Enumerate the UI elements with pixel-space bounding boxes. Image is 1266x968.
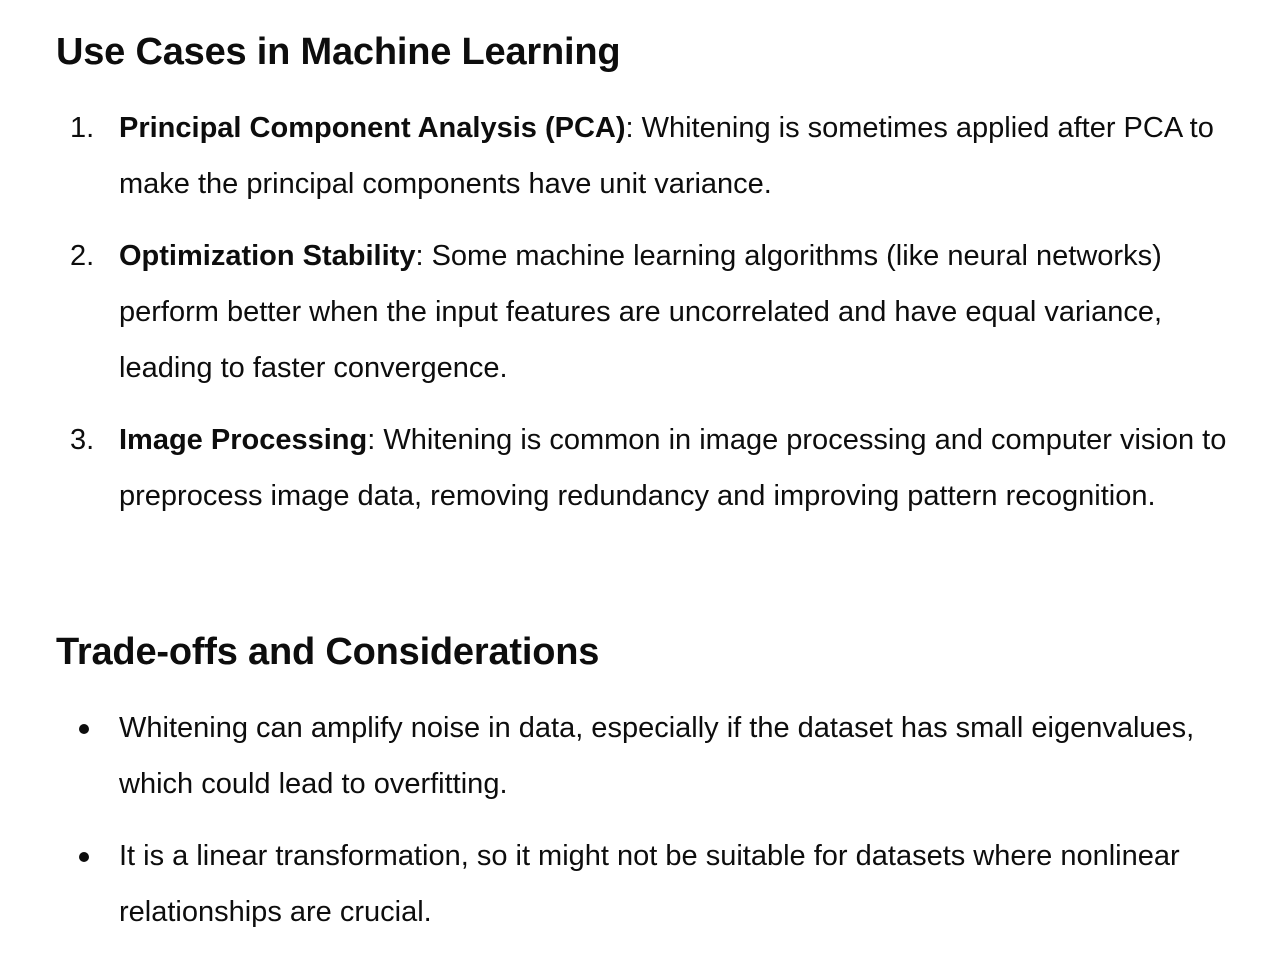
tradeoffs-list: Whitening can amplify noise in data, esp… — [56, 700, 1236, 956]
item-term: Principal Component Analysis (PCA) — [119, 112, 626, 144]
bullet-icon — [79, 724, 89, 734]
use-cases-list: 1. Principal Component Analysis (PCA): W… — [56, 100, 1236, 540]
tradeoffs-heading: Trade-offs and Considerations — [56, 631, 600, 673]
list-number: 2. — [70, 240, 95, 272]
item-text: Whitening can amplify noise in data, esp… — [119, 712, 1195, 800]
list-item: It is a linear transformation, so it mig… — [56, 828, 1236, 940]
item-text: It is a linear transformation, so it mig… — [119, 840, 1180, 928]
item-term: Optimization Stability — [119, 240, 416, 272]
list-item: Whitening can amplify noise in data, esp… — [56, 700, 1236, 812]
list-number: 3. — [70, 424, 95, 456]
list-item: 2. Optimization Stability: Some machine … — [56, 228, 1236, 396]
list-number: 1. — [70, 112, 95, 144]
bullet-icon — [79, 852, 89, 862]
list-item: 3. Image Processing: Whitening is common… — [56, 412, 1236, 524]
item-term: Image Processing — [119, 424, 368, 456]
use-cases-heading: Use Cases in Machine Learning — [56, 31, 621, 73]
list-item: 1. Principal Component Analysis (PCA): W… — [56, 100, 1236, 212]
